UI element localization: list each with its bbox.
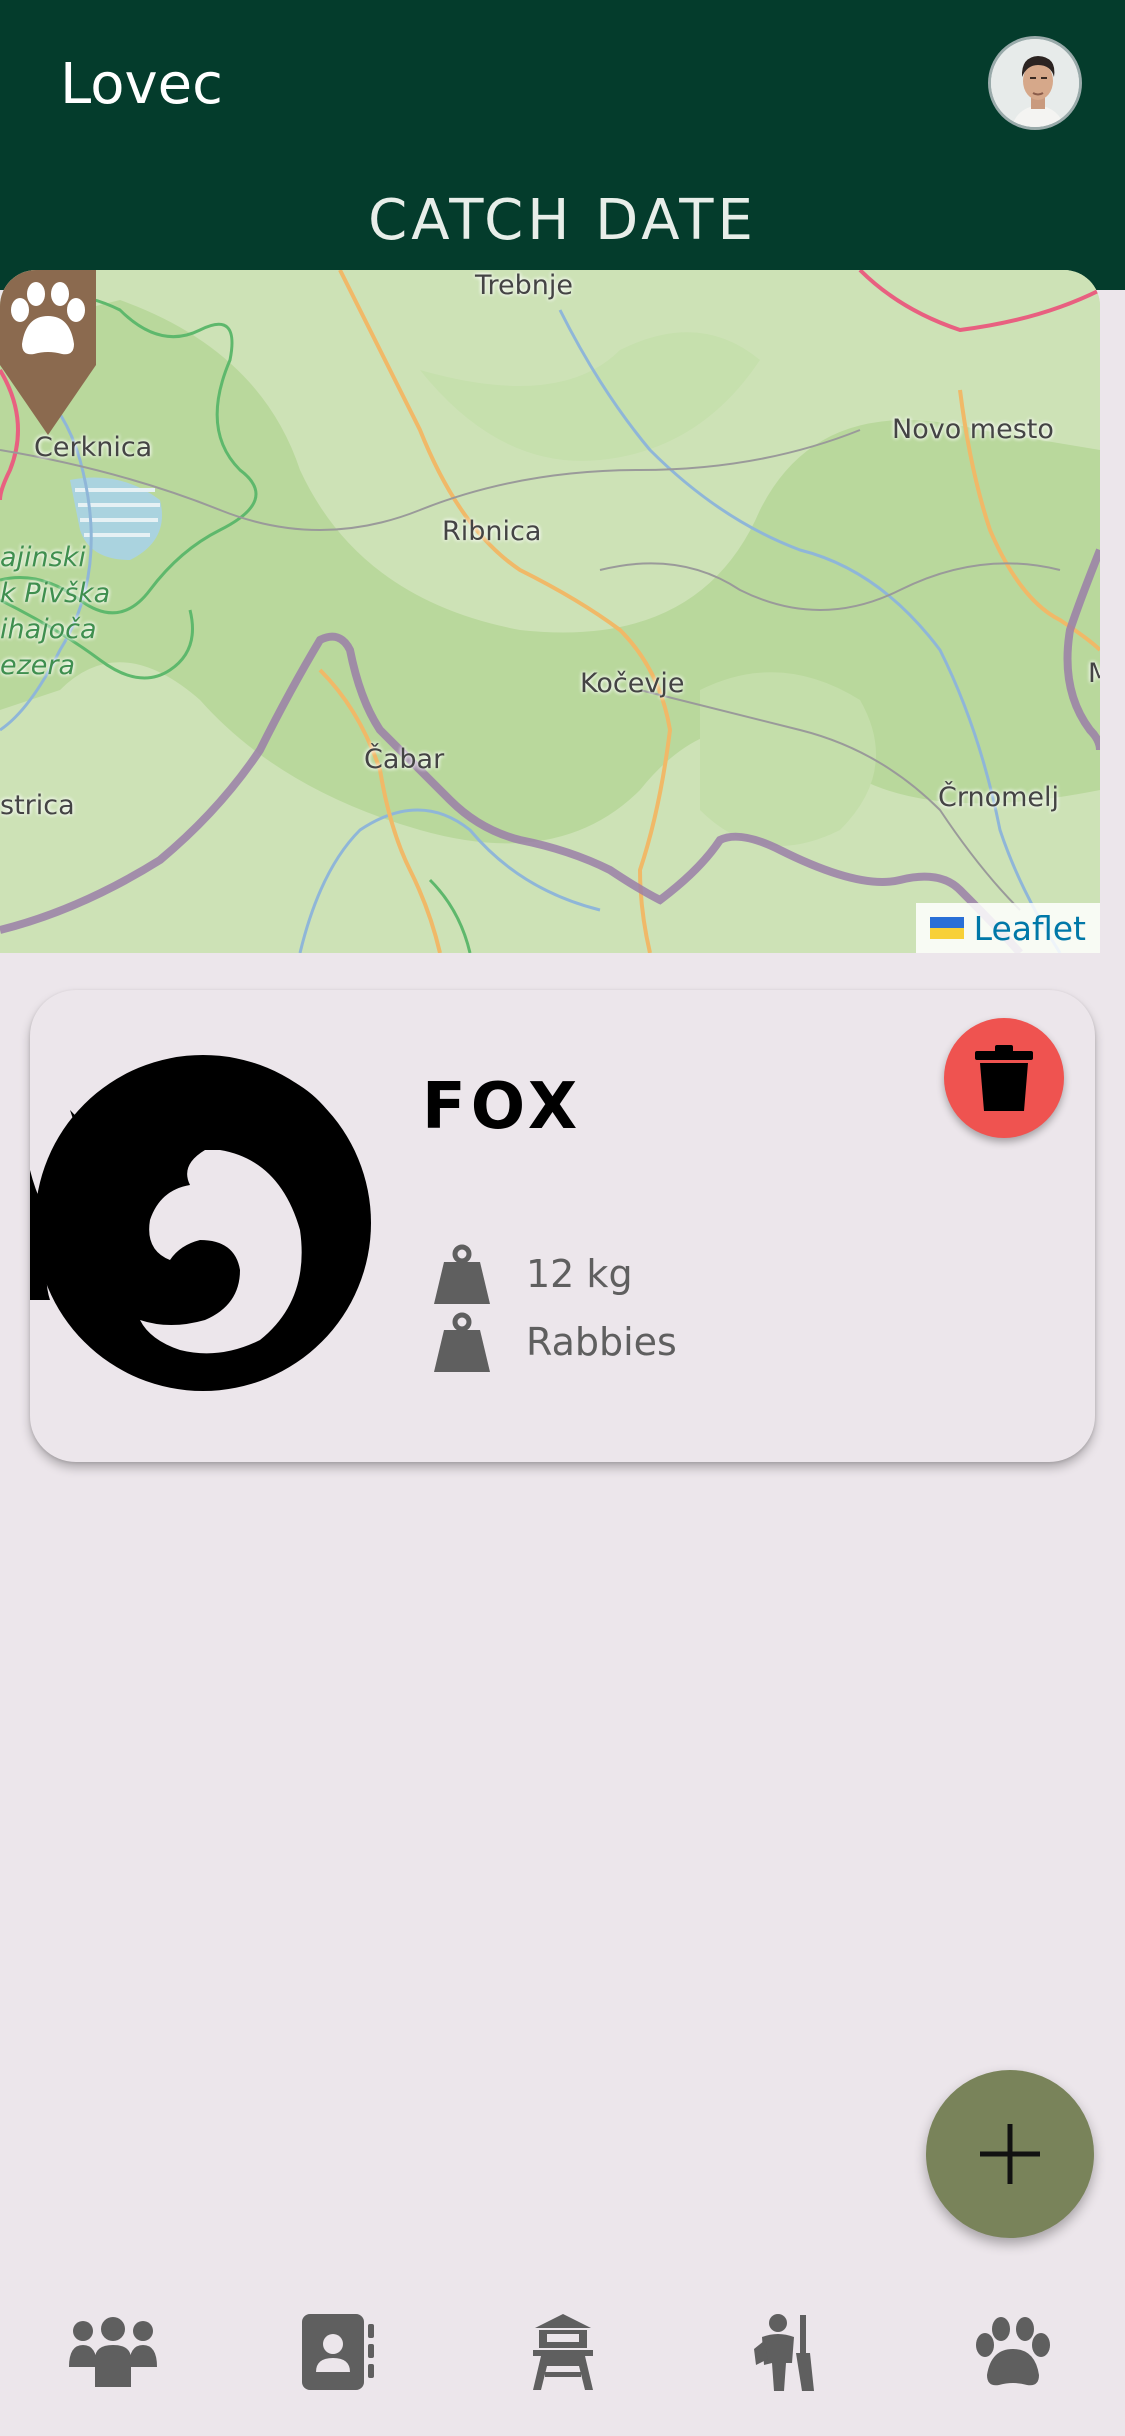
hunter-icon — [753, 2314, 814, 2391]
weight-row: 12 kg — [430, 1242, 633, 1306]
map-label: Kočevje — [580, 668, 685, 699]
delete-button[interactable] — [944, 1018, 1064, 1138]
nav-item-hunters[interactable] — [733, 2297, 843, 2407]
catch-disease: Rabbies — [526, 1320, 677, 1364]
fox-logo — [30, 1055, 371, 1391]
paw-marker-icon[interactable] — [0, 270, 96, 435]
map-label: ihajoča — [0, 614, 97, 645]
map-view[interactable]: Trebnje Cerknica Ribnica Novo mesto Koče… — [0, 270, 1100, 953]
ukraine-flag-icon — [929, 917, 964, 939]
user-avatar[interactable] — [988, 36, 1082, 130]
map-label: Novo mesto — [892, 414, 1054, 445]
paw-icon — [975, 2317, 1050, 2386]
nav-item-members[interactable] — [58, 2297, 168, 2407]
nav-item-catches[interactable] — [958, 2297, 1068, 2407]
map-label: Cerknica — [34, 432, 153, 463]
map-label: ajinski — [0, 542, 86, 573]
map-label: Čabar — [364, 744, 445, 775]
page-title: CATCH DATE — [368, 188, 757, 253]
map-label: k Pivška — [0, 578, 111, 609]
weight-icon — [434, 1244, 490, 1304]
group-icon — [68, 2317, 157, 2387]
catch-card[interactable]: FOX 12 kg Rabbies — [30, 990, 1095, 1462]
plus-icon — [980, 2124, 1040, 2184]
app-header: Lovec CATCH DATE — [0, 0, 1125, 290]
map-attribution[interactable]: Leaflet — [915, 903, 1100, 953]
disease-row: Rabbies — [430, 1310, 677, 1374]
leaflet-link[interactable]: Leaflet — [974, 909, 1086, 948]
map-label: Črnomelj — [938, 782, 1060, 813]
map-label: strica — [0, 790, 75, 821]
map-label: ezera — [0, 650, 76, 681]
map-label: Trebnje — [475, 270, 574, 301]
nav-item-contacts[interactable] — [283, 2297, 393, 2407]
add-catch-button[interactable] — [926, 2070, 1094, 2238]
bottom-navigation — [0, 2268, 1125, 2436]
contacts-icon — [301, 2314, 374, 2390]
map-tiles — [0, 270, 1100, 953]
map-label: M — [1088, 658, 1100, 689]
weight-icon — [434, 1312, 490, 1372]
app-title: Lovec — [60, 52, 223, 117]
map-label: Ribnica — [442, 516, 542, 547]
trash-icon — [975, 1045, 1033, 1111]
catch-name: FOX — [422, 1070, 583, 1144]
catch-weight: 12 kg — [526, 1252, 633, 1296]
nav-item-hunting-stands[interactable] — [508, 2297, 618, 2407]
hunting-tower-icon — [532, 2314, 593, 2390]
